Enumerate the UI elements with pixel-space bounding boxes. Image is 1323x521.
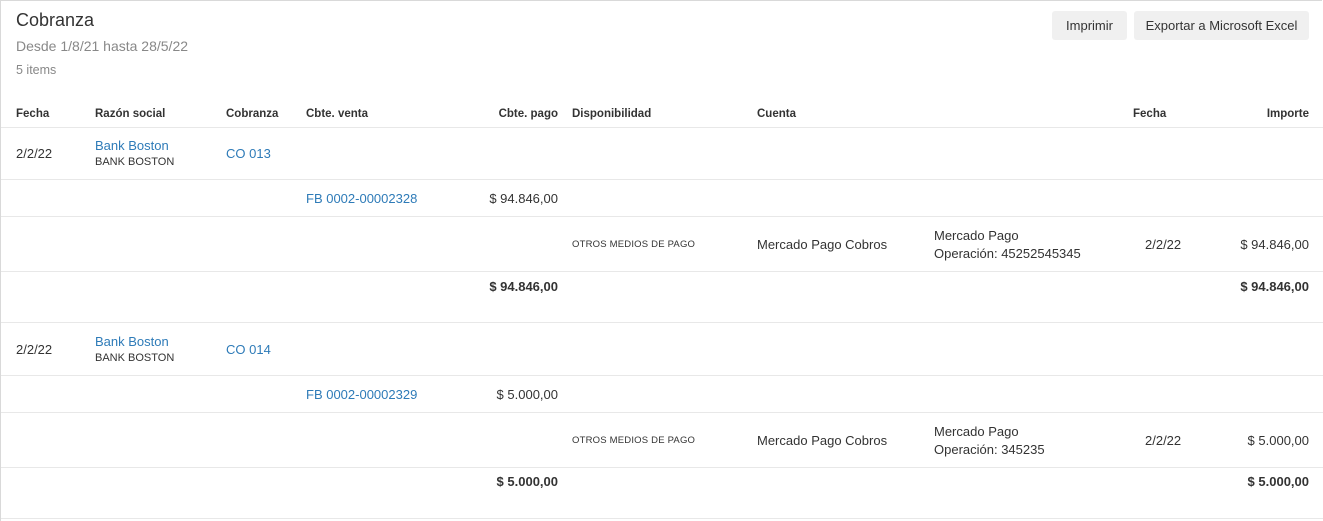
razon-social-link[interactable]: Bank Boston: [95, 334, 169, 349]
cbte-pago-amount: $ 94.846,00: [489, 191, 558, 206]
col-header-importe[interactable]: Importe: [1209, 108, 1309, 120]
divider: [1, 322, 1323, 323]
print-button[interactable]: Imprimir: [1052, 11, 1127, 40]
cbte-venta-link[interactable]: FB 0002-00002328: [306, 191, 417, 206]
detalle-line-1: Mercado Pago: [934, 228, 1019, 243]
col-header-fecha-pago[interactable]: Fecha: [1133, 108, 1166, 120]
export-excel-button[interactable]: Exportar a Microsoft Excel: [1134, 11, 1309, 40]
razon-social-sub: BANK BOSTON: [95, 352, 175, 364]
col-header-fecha[interactable]: Fecha: [16, 108, 49, 120]
divider: [1, 518, 1323, 519]
cobranza-link[interactable]: CO 014: [226, 342, 271, 357]
cbte-pago-amount: $ 5.000,00: [496, 387, 558, 402]
pago-importe: $ 5.000,00: [1247, 433, 1309, 448]
total-importe: $ 5.000,00: [1247, 474, 1309, 489]
col-header-cuenta[interactable]: Cuenta: [757, 108, 796, 120]
divider: [1, 412, 1323, 413]
cuenta-text: Mercado Pago Cobros: [757, 237, 888, 252]
row-fecha: 2/2/22: [16, 342, 53, 357]
razon-social-sub: BANK BOSTON: [95, 156, 175, 168]
divider: [1, 375, 1323, 376]
item-count: 5 items: [16, 63, 57, 77]
page-title: Cobranza: [16, 10, 95, 30]
divider: [1, 179, 1323, 180]
total-pago: $ 5.000,00: [496, 474, 558, 489]
detalle-line-2: Operación: 345235: [934, 442, 1045, 457]
total-importe: $ 94.846,00: [1240, 279, 1309, 294]
col-header-cobranza[interactable]: Cobranza: [226, 108, 278, 120]
cuenta-text: Mercado Pago Cobros: [757, 433, 888, 448]
divider: [1, 216, 1323, 217]
cobranza-link[interactable]: CO 013: [226, 146, 271, 161]
date-range: Desde 1/8/21 hasta 28/5/22: [16, 38, 189, 54]
cbte-venta-link[interactable]: FB 0002-00002329: [306, 387, 417, 402]
divider: [1, 467, 1323, 468]
col-header-cbte-pago[interactable]: Cbte. pago: [458, 108, 558, 120]
disponibilidad-text: OTROS MEDIOS DE PAGO: [572, 435, 696, 446]
disponibilidad-text: OTROS MEDIOS DE PAGO: [572, 239, 696, 250]
report-panel: Cobranza Desde 1/8/21 hasta 28/5/22 5 it…: [0, 0, 1323, 521]
pago-importe: $ 94.846,00: [1240, 237, 1309, 252]
razon-social-link[interactable]: Bank Boston: [95, 138, 169, 153]
divider: [1, 271, 1323, 272]
col-header-disponibilidad[interactable]: Disponibilidad: [572, 108, 651, 120]
total-pago: $ 94.846,00: [489, 279, 558, 294]
col-header-razon-social[interactable]: Razón social: [95, 108, 165, 120]
col-header-cbte-venta[interactable]: Cbte. venta: [306, 108, 368, 120]
row-fecha: 2/2/22: [16, 146, 53, 161]
detalle-line-2: Operación: 45252545345: [934, 246, 1081, 261]
divider: [1, 127, 1323, 128]
detalle-line-1: Mercado Pago: [934, 424, 1019, 439]
